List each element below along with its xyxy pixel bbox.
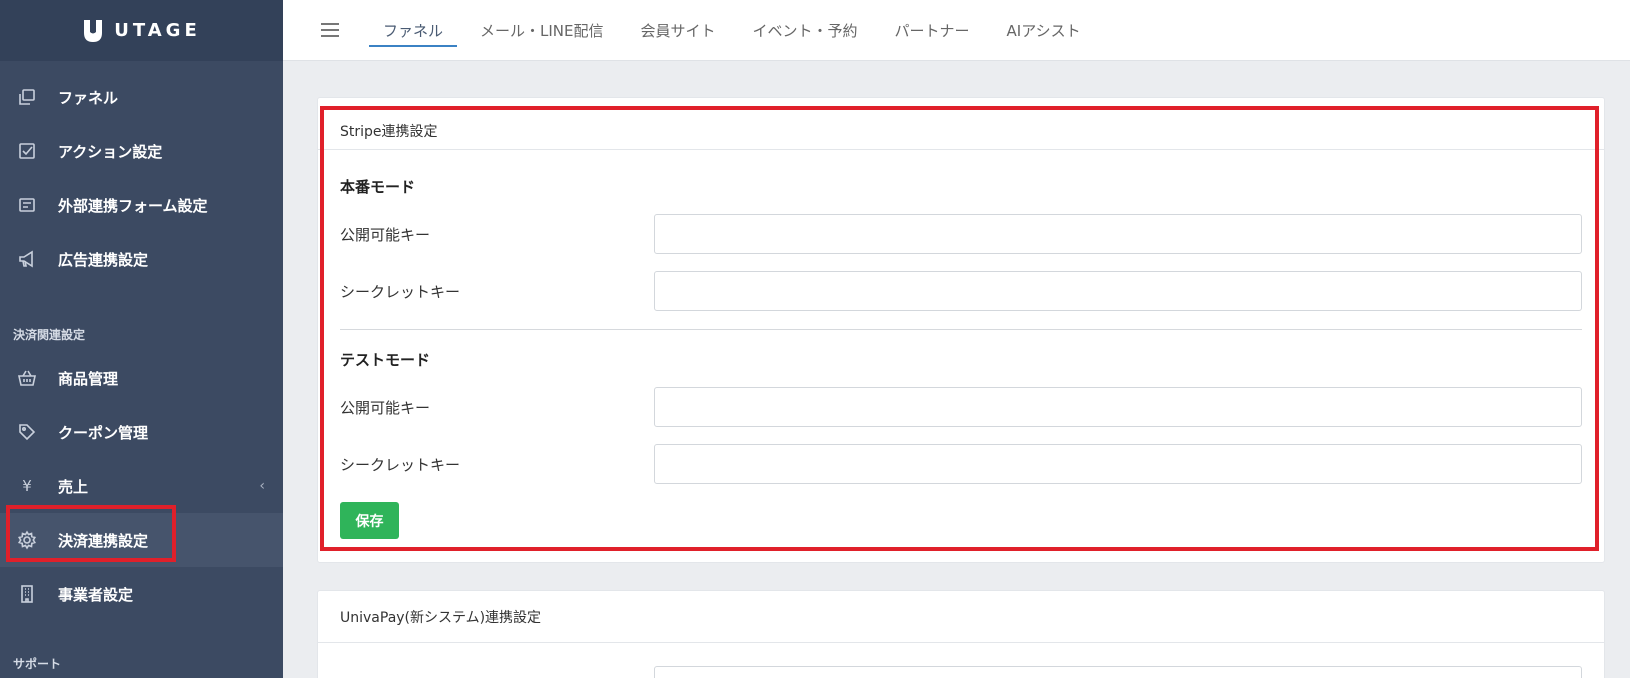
field-label: シークレットキー: [340, 455, 461, 474]
utage-logo-icon: [84, 19, 103, 42]
sidebar-item-action-settings[interactable]: アクション設定: [0, 124, 283, 178]
sidebar-item-label: クーポン管理: [58, 423, 149, 442]
checkbox-icon: [16, 140, 38, 162]
tab-event-reservation[interactable]: イベント・予約: [739, 0, 872, 61]
live-public-key-row: 公開可能キー: [340, 214, 1582, 254]
test-public-key-row: 公開可能キー: [340, 387, 1582, 427]
live-secret-key-row: シークレットキー: [340, 271, 1582, 311]
tag-icon: [16, 421, 38, 443]
field-label: シークレットキー: [340, 282, 461, 301]
card-title: Stripe連携設定: [318, 98, 1604, 150]
sidebar-item-label: 広告連携設定: [58, 250, 149, 269]
tab-ai-assist[interactable]: AIアシスト: [993, 0, 1095, 61]
tab-member-site[interactable]: 会員サイト: [627, 0, 730, 61]
sidebar-item-label: 商品管理: [58, 369, 119, 388]
yen-icon: ¥: [22, 477, 32, 495]
stripe-settings-card: Stripe連携設定 本番モード 公開可能キー シークレットキー テストモード …: [317, 97, 1605, 563]
chevron-left-icon[interactable]: ‹: [259, 478, 265, 494]
test-secret-key-input[interactable]: [654, 444, 1582, 484]
test-mode-title: テストモード: [340, 350, 431, 369]
tab-funnel[interactable]: ファネル: [369, 0, 458, 61]
sidebar-item-label: ファネル: [58, 88, 119, 107]
megaphone-icon: [16, 248, 38, 270]
copy-icon: [16, 86, 38, 108]
tab-partner[interactable]: パートナー: [881, 0, 984, 61]
sidebar-item-label: 売上: [58, 477, 89, 496]
field-label: 公開可能キー: [340, 225, 431, 244]
sidebar-item-funnel[interactable]: ファネル: [0, 70, 283, 124]
live-secret-key-input[interactable]: [654, 271, 1582, 311]
test-secret-key-row: シークレットキー: [340, 444, 1582, 484]
brand-name: UTAGE: [114, 20, 201, 41]
sidebar-item-products[interactable]: 商品管理: [0, 351, 283, 405]
univapay-field-row: [340, 666, 1582, 678]
univapay-settings-card: UnivaPay(新システム)連携設定: [317, 590, 1605, 678]
sidebar-item-label: 事業者設定: [58, 585, 134, 604]
brand[interactable]: UTAGE: [0, 0, 283, 61]
field-label: 公開可能キー: [340, 398, 431, 417]
highlight-box-sidebar: [6, 505, 176, 562]
univapay-input[interactable]: [654, 666, 1582, 678]
sidebar-item-external-form[interactable]: 外部連携フォーム設定: [0, 178, 283, 232]
tab-mail-line[interactable]: メール・LINE配信: [466, 0, 617, 61]
sidebar-item-coupons[interactable]: クーポン管理: [0, 405, 283, 459]
save-button[interactable]: 保存: [340, 502, 399, 539]
sidebar-item-label: アクション設定: [58, 142, 163, 161]
sidebar-item-ad-integration[interactable]: 広告連携設定: [0, 232, 283, 286]
sidebar-item-label: 外部連携フォーム設定: [58, 196, 208, 215]
sidebar-item-business-settings[interactable]: 事業者設定: [0, 567, 283, 621]
live-public-key-input[interactable]: [654, 214, 1582, 254]
hamburger-menu-icon[interactable]: [321, 23, 339, 37]
sidebar: UTAGE ファネル アクション設定 外部連携フォーム設定 広告連携設定 決済関…: [0, 0, 283, 678]
section-label-support: サポート: [13, 656, 62, 671]
basket-icon: [16, 367, 38, 389]
building-icon: [16, 583, 38, 605]
card-title: UnivaPay(新システム)連携設定: [318, 591, 1604, 643]
top-tabs: ファネル メール・LINE配信 会員サイト イベント・予約 パートナー AIアシ…: [369, 0, 1104, 61]
topbar: ファネル メール・LINE配信 会員サイト イベント・予約 パートナー AIアシ…: [283, 0, 1630, 61]
section-label-payment: 決済関連設定: [13, 327, 86, 342]
live-mode-title: 本番モード: [340, 177, 416, 196]
test-public-key-input[interactable]: [654, 387, 1582, 427]
form-icon: [16, 194, 38, 216]
